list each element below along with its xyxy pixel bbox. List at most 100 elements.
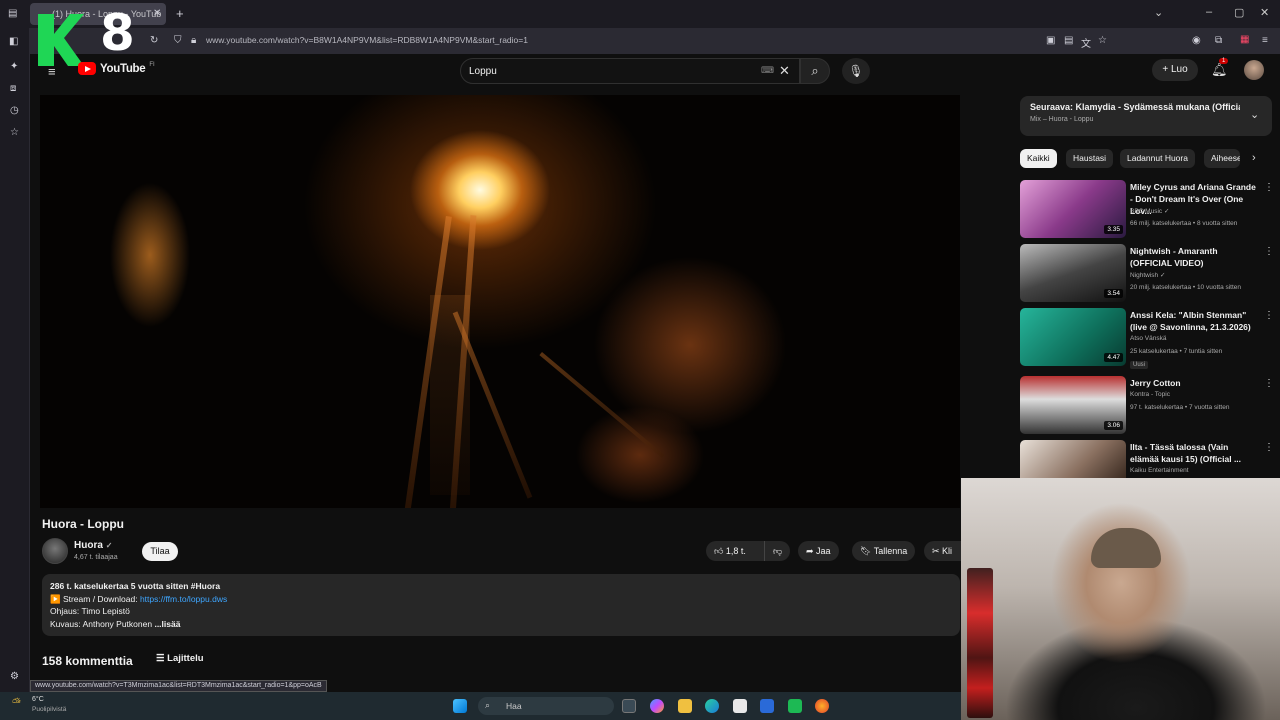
- like-button[interactable]: 👍︎ 1,8 t.: [706, 541, 764, 561]
- settings-gear-icon[interactable]: ⚙: [10, 671, 19, 682]
- file-explorer-icon[interactable]: [678, 699, 692, 713]
- thumbnail-rec-2[interactable]: 3.54: [1020, 244, 1126, 302]
- rec-title-4[interactable]: Jerry Cotton: [1130, 377, 1258, 389]
- rec-title-5[interactable]: Ilta - Tässä talossa (Vain elämää kausi …: [1130, 441, 1258, 465]
- camera-credit: Kuvaus: Anthony Putkonen: [50, 618, 153, 629]
- youtube-logo[interactable]: YouTube FI: [78, 62, 155, 75]
- bookmarks-icon[interactable]: ☆: [10, 127, 19, 138]
- search-input[interactable]: Loppu ⌨ ✕: [460, 58, 800, 84]
- description-box[interactable]: 286 t. katselukertaa 5 vuotta sitten #Hu…: [42, 574, 960, 636]
- menu-icon[interactable]: ≡: [1262, 35, 1268, 46]
- channel-name[interactable]: Huora ✓: [74, 540, 112, 551]
- notifications-bell-icon[interactable]: 🔔︎: [1211, 62, 1228, 78]
- more-options-icon[interactable]: ⋮: [1264, 182, 1274, 193]
- reader-view-icon[interactable]: ▤: [1064, 35, 1073, 46]
- more-options-icon[interactable]: ⋮: [1264, 442, 1274, 453]
- store-icon[interactable]: [733, 699, 747, 713]
- sidebar-toggle-icon[interactable]: ◧: [9, 36, 18, 47]
- save-button[interactable]: 🔖︎ Tallenna: [852, 541, 916, 561]
- thumbnail-rec-1[interactable]: 3.35: [1020, 180, 1126, 238]
- sort-comments-button[interactable]: ☰ Lajittelu: [156, 653, 204, 664]
- bookmark-icon: 🔖︎: [860, 546, 874, 556]
- chip-uploaded-by[interactable]: Ladannut Huora: [1120, 149, 1195, 168]
- search-button[interactable]: ⌕: [800, 58, 830, 84]
- more-options-icon[interactable]: ⋮: [1264, 246, 1274, 257]
- task-view-icon[interactable]: [622, 699, 636, 713]
- more-options-icon[interactable]: ⋮: [1264, 378, 1274, 389]
- hamburger-menu-icon[interactable]: ≡: [48, 64, 56, 79]
- rec-channel-3[interactable]: Atso Vänskä: [1130, 335, 1167, 342]
- share-button[interactable]: ➦ Jaa: [798, 541, 839, 561]
- more-options-icon[interactable]: ⋮: [1264, 310, 1274, 321]
- description-line-stream: ▶️ Stream / Download: https://ffm.to/lop…: [50, 593, 952, 606]
- copilot-icon[interactable]: [650, 699, 664, 713]
- up-next-panel[interactable]: Seuraava: Klamydia - Sydämessä mukana (O…: [1020, 96, 1272, 136]
- firefox-icon[interactable]: [815, 699, 829, 713]
- edge-icon[interactable]: [705, 699, 719, 713]
- chevron-down-icon[interactable]: ⌄: [1250, 108, 1259, 121]
- close-tab-icon[interactable]: ✕: [153, 8, 161, 19]
- microphone-icon: 🎙︎: [848, 64, 864, 78]
- dislike-button[interactable]: 👎︎: [764, 541, 790, 561]
- video-player[interactable]: [40, 95, 960, 508]
- channel-avatar[interactable]: [42, 538, 68, 564]
- weather-icon[interactable]: ⛅︎: [12, 697, 21, 710]
- keyboard-icon[interactable]: ⌨: [761, 65, 774, 76]
- tab-list-icon[interactable]: ▤: [8, 8, 17, 19]
- ai-chat-icon[interactable]: ✦: [10, 61, 18, 72]
- picture-in-picture-icon[interactable]: ▣: [1046, 35, 1055, 46]
- chevron-right-icon[interactable]: ›: [1252, 152, 1256, 164]
- clip-button[interactable]: ✂ Kli: [924, 541, 961, 561]
- stream-link[interactable]: https://ffm.to/loppu.dws: [140, 594, 227, 604]
- overlay-number: 8: [100, 4, 135, 62]
- chip-all[interactable]: Kaikki: [1020, 149, 1057, 168]
- create-button[interactable]: + Luo: [1152, 59, 1198, 81]
- sort-label: Lajittelu: [167, 653, 204, 664]
- share-label: Jaa: [816, 546, 831, 556]
- app-icon[interactable]: [788, 699, 802, 713]
- history-icon[interactable]: ◷: [10, 105, 19, 116]
- mail-icon[interactable]: [760, 699, 774, 713]
- subscribe-button[interactable]: Tilaa: [142, 542, 178, 561]
- taskbar-search[interactable]: Haa: [478, 697, 614, 715]
- synced-tabs-icon[interactable]: ⧈: [10, 83, 16, 94]
- extensions-icon[interactable]: ⧉: [1215, 35, 1222, 46]
- thumbnail-rec-4[interactable]: 3.06: [1020, 376, 1126, 434]
- rec-channel-5[interactable]: Kaiku Entertainment: [1130, 467, 1189, 474]
- minimize-icon[interactable]: –: [1206, 6, 1212, 18]
- bookmark-star-icon[interactable]: ☆: [1098, 35, 1107, 46]
- rec-channel-4[interactable]: Kontra - Topic: [1130, 391, 1170, 398]
- description-line-camera: Kuvaus: Anthony Putkonen ...lisää: [50, 618, 952, 631]
- account-icon[interactable]: ◉: [1192, 35, 1201, 46]
- rec-channel-2[interactable]: Nightwish ✓: [1130, 271, 1165, 279]
- voice-search-button[interactable]: 🎙︎: [842, 58, 870, 84]
- windows-start-icon[interactable]: [453, 699, 467, 713]
- maximize-icon[interactable]: ▢: [1234, 6, 1244, 19]
- window-close-icon[interactable]: ✕: [1260, 6, 1269, 19]
- thumbnail-rec-5[interactable]: [1020, 440, 1126, 478]
- reload-icon[interactable]: ↻: [150, 35, 158, 46]
- duration-rec-2: 3.54: [1104, 289, 1123, 298]
- k-logo-overlay: [38, 14, 84, 66]
- clear-search-icon[interactable]: ✕: [779, 63, 790, 79]
- rec-channel-1[interactable]: BBC Music ✓: [1130, 207, 1169, 215]
- translate-icon[interactable]: 文: [1081, 35, 1091, 50]
- chip-search[interactable]: Haustasi: [1066, 149, 1114, 168]
- youtube-logo-text: YouTube: [100, 62, 146, 75]
- new-tab-icon[interactable]: +: [176, 6, 184, 21]
- extension-badge-icon[interactable]: ▦: [1240, 34, 1249, 45]
- browser-url-bar: ↻ ⛉ 🔒︎ ▣ ▤ 文 ☆ ◉ ⧉ ▦ ≡: [0, 28, 1280, 54]
- share-icon: ➦: [806, 546, 817, 556]
- user-avatar[interactable]: [1244, 60, 1264, 80]
- chip-related[interactable]: Aiheeseen: [1204, 149, 1240, 168]
- url-field[interactable]: www.youtube.com/watch?v=B8W1A4NP9VM&list…: [206, 35, 528, 45]
- tab-overflow-icon[interactable]: ⌄: [1154, 6, 1163, 19]
- rec-title-3[interactable]: Anssi Kela: "Albin Stenman" (live @ Savo…: [1130, 309, 1258, 333]
- rec-title-2[interactable]: Nightwish - Amaranth (OFFICIAL VIDEO): [1130, 245, 1258, 269]
- show-more-link[interactable]: ...lisää: [154, 619, 180, 629]
- pc-case-light: [967, 568, 993, 718]
- region-code: FI: [149, 61, 155, 68]
- video-title: Huora - Loppu: [42, 517, 124, 531]
- thumbnail-rec-3[interactable]: 4.47: [1020, 308, 1126, 366]
- shield-icon[interactable]: ⛉: [174, 35, 182, 46]
